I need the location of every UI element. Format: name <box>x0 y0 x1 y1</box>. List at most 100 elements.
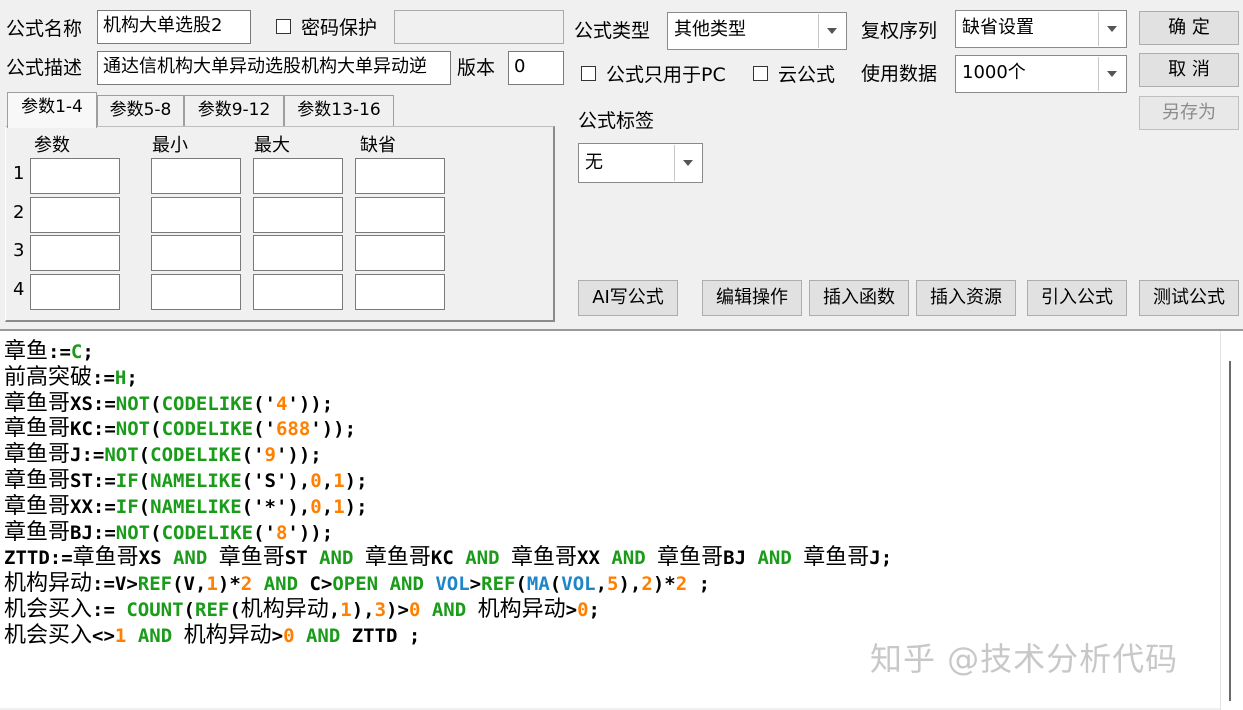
param-3-name-input[interactable] <box>30 235 120 271</box>
ok-button[interactable]: 确 定 <box>1139 11 1239 45</box>
chevron-down-icon[interactable] <box>818 14 845 48</box>
code-line[interactable]: 章鱼:=C; <box>4 339 892 365</box>
param-4-default-input[interactable] <box>355 274 445 310</box>
pc-only-checkbox[interactable] <box>581 66 596 81</box>
code-token: NAMELIKE <box>150 495 242 518</box>
param-header-default: 缺省 <box>360 135 396 156</box>
cancel-button[interactable]: 取 消 <box>1139 53 1239 87</box>
tab-params-1-4[interactable]: 参数1-4 <box>7 92 97 128</box>
code-token: MA <box>526 573 550 596</box>
code-line[interactable]: 前高突破:=H; <box>4 365 892 391</box>
test-formula-button[interactable]: 测试公式 <box>1139 280 1239 316</box>
param-row-number: 3 <box>13 240 25 261</box>
vertical-scrollbar[interactable] <box>1220 331 1243 710</box>
save-as-button[interactable]: 另存为 <box>1139 96 1239 130</box>
code-line[interactable]: 章鱼哥BJ:=NOT(CODELIKE('8')); <box>4 520 892 546</box>
code-token: ')); <box>287 392 334 415</box>
code-line[interactable]: 章鱼哥J:=NOT(CODELIKE('9')); <box>4 442 892 468</box>
code-line[interactable]: 章鱼哥KC:=NOT(CODELIKE('688')); <box>4 416 892 442</box>
code-token: (' <box>241 444 265 467</box>
code-line[interactable]: 章鱼哥ST:=IF(NAMELIKE('S'),0,1); <box>4 468 892 494</box>
password-checkbox[interactable] <box>276 19 291 34</box>
rights-value: 缺省设置 <box>962 17 1034 38</box>
code-line[interactable]: 章鱼哥XX:=IF(NAMELIKE('*'),0,1); <box>4 494 892 520</box>
formula-desc-label: 公式描述 <box>6 57 83 79</box>
formula-name-input[interactable]: 机构大单选股2 <box>97 10 251 44</box>
code-line[interactable]: 章鱼哥XS:=NOT(CODELIKE('4')); <box>4 391 892 417</box>
code-token: 0 <box>310 469 322 492</box>
tab-params-5-8[interactable]: 参数5-8 <box>97 95 184 126</box>
code-token: 2 <box>675 573 688 596</box>
rights-select[interactable]: 缺省设置 <box>955 10 1127 48</box>
formula-desc-input[interactable]: 通达信机构大单异动选股机构大单异动逆 <box>97 51 451 85</box>
param-1-max-input[interactable] <box>253 158 343 194</box>
param-4-min-input[interactable] <box>151 274 241 310</box>
param-1-name-input[interactable] <box>30 158 120 194</box>
code-token: NOT <box>115 521 151 544</box>
code-line[interactable]: 机会买入<>1 AND 机构异动>0 AND ZTTD ; <box>4 623 892 649</box>
param-2-max-input[interactable] <box>253 197 343 233</box>
code-token: > <box>271 624 284 647</box>
param-4-max-input[interactable] <box>253 274 343 310</box>
code-token: ( <box>150 418 162 441</box>
code-token: ( <box>549 573 562 596</box>
code-token: IF <box>115 495 139 518</box>
ai-write-formula-button[interactable]: AI写公式 <box>578 280 678 316</box>
param-2-name-input[interactable] <box>30 197 120 233</box>
param-3-max-input[interactable] <box>253 235 343 271</box>
use-data-select[interactable]: 1000个 <box>955 55 1127 93</box>
param-3-min-input[interactable] <box>151 235 241 271</box>
param-header-max: 最大 <box>254 135 290 156</box>
insert-function-button[interactable]: 插入函数 <box>809 280 909 316</box>
code-line[interactable]: ZTTD:=章鱼哥XS AND 章鱼哥ST AND 章鱼哥KC AND 章鱼哥X… <box>4 545 892 571</box>
edit-operations-button[interactable]: 编辑操作 <box>702 280 802 316</box>
param-header-name: 参数 <box>34 135 70 156</box>
code-token: XS:= <box>70 392 116 415</box>
tag-select[interactable]: 无 <box>578 143 703 183</box>
code-token: ( <box>138 444 151 467</box>
formula-type-select[interactable]: 其他类型 <box>667 12 847 50</box>
code-token: NOT <box>104 444 139 467</box>
insert-resource-button[interactable]: 插入资源 <box>916 280 1016 316</box>
code-token: AND <box>611 547 646 570</box>
formula-type-value: 其他类型 <box>674 19 746 40</box>
code-token: ')); <box>310 418 357 441</box>
code-token: ); <box>344 469 368 492</box>
chevron-down-icon[interactable] <box>1098 12 1125 46</box>
import-formula-button[interactable]: 引入公式 <box>1027 280 1127 316</box>
use-data-label: 使用数据 <box>861 63 938 85</box>
tab-params-13-16[interactable]: 参数13-16 <box>284 95 394 126</box>
cloud-checkbox[interactable] <box>753 66 768 81</box>
code-token: )* <box>652 573 676 596</box>
param-2-default-input[interactable] <box>355 197 445 233</box>
code-token: := <box>92 598 127 621</box>
code-token: 机构异动 <box>477 596 566 622</box>
code-token: (V, <box>172 573 207 596</box>
code-token: ), <box>351 598 375 621</box>
param-1-min-input[interactable] <box>151 158 241 194</box>
scrollbar-thumb[interactable] <box>1229 361 1231 701</box>
param-2-min-input[interactable] <box>151 197 241 233</box>
code-token: AND <box>431 598 467 621</box>
code-text[interactable]: 章鱼:=C; 前高突破:=H; 章鱼哥XS:=NOT(CODELIKE('4'));… <box>4 339 892 649</box>
code-token: KC:= <box>70 418 116 441</box>
tab-params-9-12[interactable]: 参数9-12 <box>184 95 284 126</box>
param-4-name-input[interactable] <box>30 274 120 310</box>
code-line[interactable]: 机会买入:= COUNT(REF(机构异动,1),3)>0 AND 机构异动>0… <box>4 597 892 623</box>
chevron-down-icon[interactable] <box>674 145 701 181</box>
code-line[interactable]: 机构异动:=V>REF(V,1)*2 AND C>OPEN AND VOL>RE… <box>4 571 892 597</box>
code-token: ('*'), <box>241 495 311 518</box>
pc-only-label: 公式只用于PC <box>606 64 726 86</box>
code-token: 章鱼哥 <box>4 416 71 442</box>
code-token: (' <box>253 392 276 415</box>
version-input[interactable]: 0 <box>508 51 564 85</box>
param-3-default-input[interactable] <box>355 235 445 271</box>
chevron-down-icon[interactable] <box>1098 57 1125 91</box>
code-token: )* <box>217 573 241 596</box>
param-1-default-input[interactable] <box>355 158 445 194</box>
code-token: 2 <box>240 573 253 596</box>
